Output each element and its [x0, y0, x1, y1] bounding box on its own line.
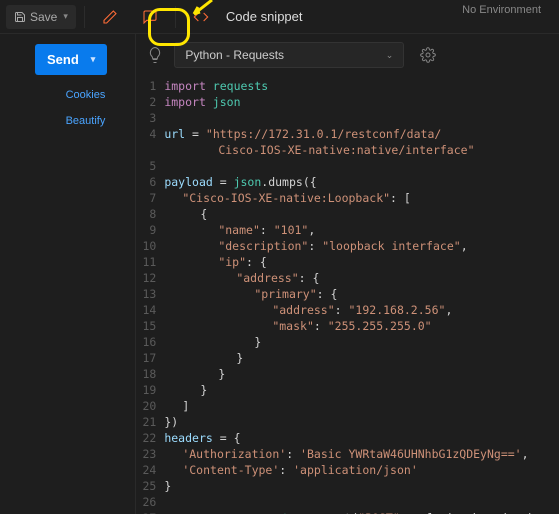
chevron-down-icon: ▾: [63, 11, 68, 22]
comment-button[interactable]: [133, 3, 167, 31]
code-editor[interactable]: 1234567891011121314151617181920212223242…: [136, 76, 559, 514]
divider: [84, 6, 85, 28]
code-snippet-panel: Python - Requests ⌄ 12345678910111213141…: [135, 34, 559, 514]
edit-button[interactable]: [93, 3, 127, 31]
language-dropdown[interactable]: Python - Requests ⌄: [174, 42, 404, 68]
line-gutter: 1234567891011121314151617181920212223242…: [136, 78, 164, 514]
save-button[interactable]: Save ▾: [6, 5, 76, 29]
save-label: Save: [30, 10, 57, 24]
top-toolbar: No Environment Save ▾ Code snippet: [0, 0, 559, 34]
lightbulb-icon[interactable]: [146, 46, 164, 64]
snippet-toolbar: Python - Requests ⌄: [136, 34, 559, 76]
chevron-down-icon: ▾: [91, 54, 96, 65]
cookies-link[interactable]: Cookies: [66, 89, 106, 101]
code-icon: [193, 9, 209, 25]
divider: [175, 6, 176, 28]
gear-icon[interactable]: [420, 47, 436, 63]
chevron-down-icon: ⌄: [386, 50, 394, 61]
environment-label[interactable]: No Environment: [462, 0, 541, 20]
main-area: Send ▾ Cookies Beautify Python - Request…: [0, 34, 559, 514]
code-content: import requestsimport jsonurl = "https:/…: [164, 78, 559, 514]
language-selected: Python - Requests: [185, 48, 284, 62]
save-icon: [14, 11, 26, 23]
send-label: Send: [47, 52, 79, 67]
pencil-icon: [102, 9, 118, 25]
comment-icon: [142, 9, 158, 25]
code-snippet-title: Code snippet: [226, 9, 303, 24]
beautify-link[interactable]: Beautify: [66, 115, 106, 127]
send-button[interactable]: Send ▾: [35, 44, 107, 75]
request-sidebar: Send ▾ Cookies Beautify: [0, 34, 135, 514]
code-snippet-button[interactable]: [184, 3, 218, 31]
